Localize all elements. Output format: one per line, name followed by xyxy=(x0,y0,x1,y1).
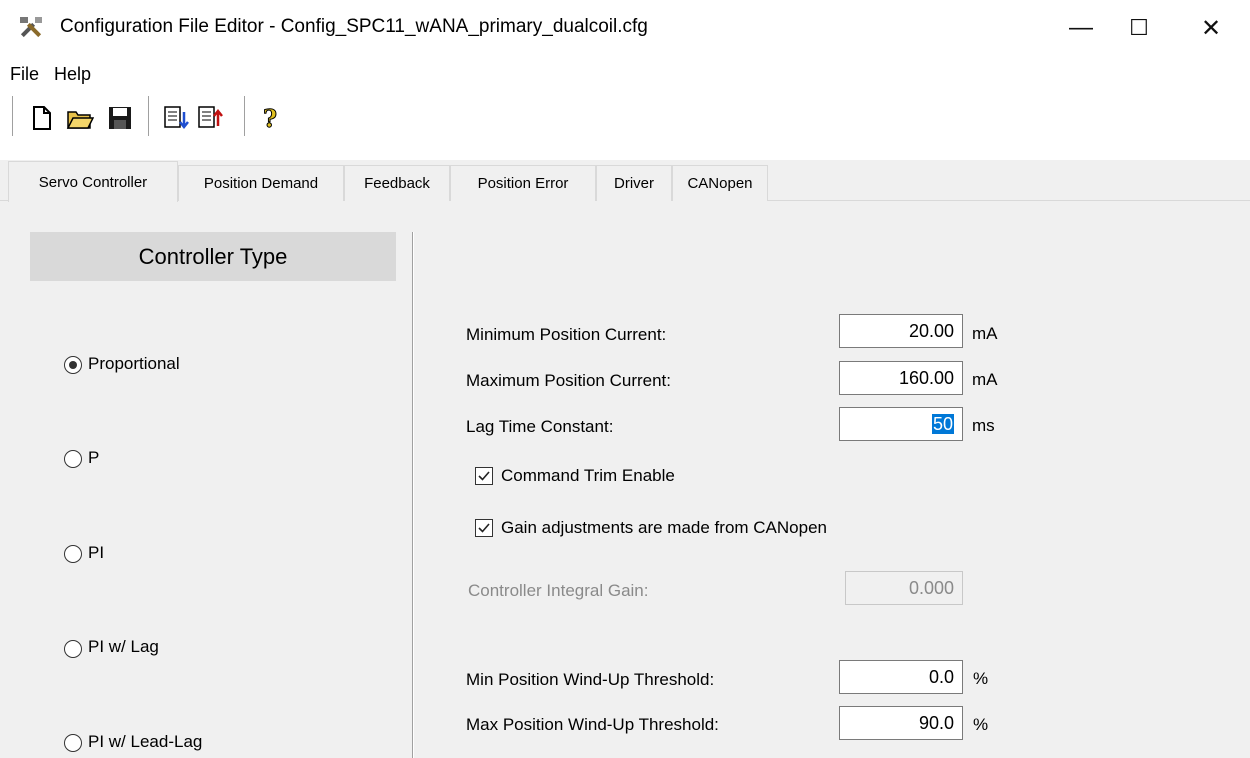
close-button[interactable]: ✕ xyxy=(1166,0,1250,56)
max-position-current-unit: mA xyxy=(972,370,998,389)
save-disk-icon[interactable] xyxy=(106,104,134,132)
window-title: Configuration File Editor - Config_SPC11… xyxy=(60,16,648,37)
command-trim-enable-label[interactable]: Command Trim Enable xyxy=(501,466,675,486)
max-position-current-label: Maximum Position Current: xyxy=(466,371,672,390)
toolbar-separator xyxy=(244,96,248,136)
toolbar-separator xyxy=(12,96,16,136)
new-file-icon[interactable] xyxy=(28,104,56,132)
tab-position-error[interactable]: Position Error xyxy=(450,165,596,201)
lag-time-constant-unit: ms xyxy=(972,416,995,435)
controller-type-heading: Controller Type xyxy=(30,232,396,281)
menu-file[interactable]: File xyxy=(10,64,39,85)
radio-label-pi-w-lead-lag[interactable]: PI w/ Lead-Lag xyxy=(88,732,202,752)
radio-proportional[interactable] xyxy=(64,356,82,374)
toolbar-separator xyxy=(148,96,152,136)
min-position-current-unit: mA xyxy=(972,324,998,343)
tab-driver[interactable]: Driver xyxy=(596,165,672,201)
import-icon[interactable] xyxy=(162,104,190,132)
tab-canopen[interactable]: CANopen xyxy=(672,165,768,201)
command-trim-enable-checkbox[interactable] xyxy=(475,467,493,485)
lag-time-constant-input[interactable]: 50 xyxy=(839,407,963,441)
max-windup-input[interactable]: 90.0 xyxy=(839,706,963,740)
export-icon[interactable] xyxy=(196,104,224,132)
min-windup-input[interactable]: 0.0 xyxy=(839,660,963,694)
selected-text: 50 xyxy=(931,414,954,434)
radio-label-pi[interactable]: PI xyxy=(88,543,104,563)
radio-pi-w-lead-lag[interactable] xyxy=(64,734,82,752)
min-windup-unit: % xyxy=(973,669,989,688)
open-folder-icon[interactable] xyxy=(66,104,95,132)
gain-from-canopen-checkbox[interactable] xyxy=(475,519,493,537)
min-position-current-label: Minimum Position Current: xyxy=(466,325,667,344)
check-mark-icon xyxy=(478,523,490,533)
controller-integral-gain-label: Controller Integral Gain: xyxy=(468,581,649,600)
radio-pi-w-lag[interactable] xyxy=(64,640,82,658)
controller-integral-gain-input: 0.000 xyxy=(845,571,963,605)
min-windup-label: Min Position Wind-Up Threshold: xyxy=(466,670,715,689)
radio-label-proportional[interactable]: Proportional xyxy=(88,354,180,374)
radio-label-pi-w-lag[interactable]: PI w/ Lag xyxy=(88,637,159,657)
tab-position-demand[interactable]: Position Demand xyxy=(178,165,344,201)
max-position-current-input[interactable]: 160.00 xyxy=(839,361,963,395)
radio-selected-dot xyxy=(69,361,77,369)
help-question-icon[interactable]: ? xyxy=(256,104,284,134)
tools-app-icon xyxy=(18,14,44,40)
vertical-divider xyxy=(412,232,414,758)
radio-pi[interactable] xyxy=(64,545,82,563)
max-windup-unit: % xyxy=(973,715,989,734)
svg-text:?: ? xyxy=(263,104,277,132)
menu-bar xyxy=(0,56,1250,90)
check-mark-icon xyxy=(478,471,490,481)
max-windup-label: Max Position Wind-Up Threshold: xyxy=(466,715,719,734)
tab-feedback[interactable]: Feedback xyxy=(344,165,450,201)
min-position-current-input[interactable]: 20.00 xyxy=(839,314,963,348)
radio-label-p[interactable]: P xyxy=(88,448,99,468)
gain-from-canopen-label[interactable]: Gain adjustments are made from CANopen xyxy=(501,518,827,538)
radio-p[interactable] xyxy=(64,450,82,468)
tab-servo-controller[interactable]: Servo Controller xyxy=(8,161,178,202)
lag-time-constant-label: Lag Time Constant: xyxy=(466,417,614,436)
menu-help[interactable]: Help xyxy=(54,64,91,85)
